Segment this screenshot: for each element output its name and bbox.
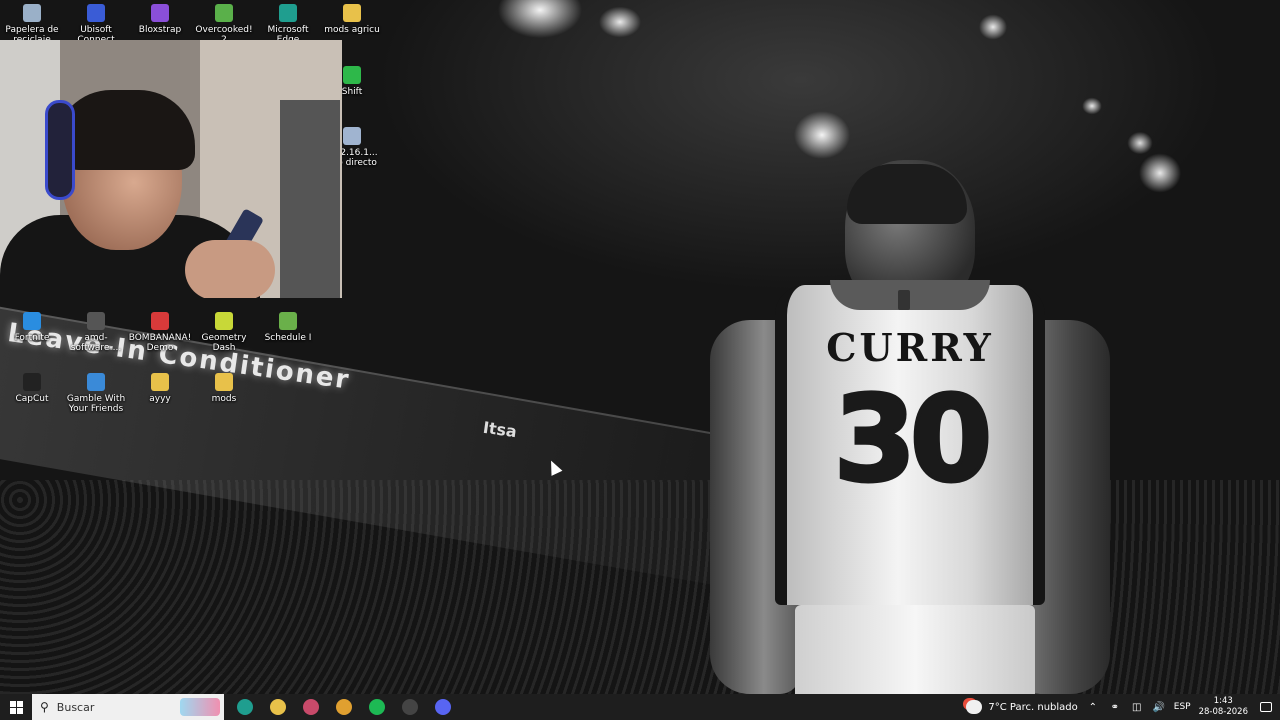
player-shorts — [795, 605, 1035, 694]
jersey-number: 30 — [832, 368, 994, 510]
geometry-dash-icon — [215, 312, 233, 330]
nba-logo-icon — [898, 290, 910, 310]
desktop-icon-item[interactable]: Gamble With Your Friends — [64, 373, 128, 414]
language-indicator[interactable]: ESP — [1174, 702, 1191, 712]
desktop-icon-label: Bloxstrap — [138, 25, 182, 35]
notifications-icon[interactable] — [1260, 702, 1272, 712]
clock-time: 1:43 — [1213, 696, 1233, 706]
display-icon[interactable]: ◫ — [1130, 702, 1144, 713]
desktop-icon-item[interactable]: Microsoft Edge — [256, 4, 320, 45]
edge-icon — [279, 4, 297, 22]
start-button[interactable] — [0, 694, 32, 720]
taskbar-app-spotify[interactable] — [360, 694, 393, 720]
taskbar-app-chrome[interactable] — [327, 694, 360, 720]
windows-logo-icon — [9, 700, 23, 714]
headset-icon — [45, 100, 75, 200]
discord-icon — [434, 699, 451, 715]
desktop-icon-label: BOMBANANA! Demo — [128, 333, 192, 353]
search-highlight-icon — [180, 698, 220, 716]
chevron-up-icon[interactable]: ⌃ — [1086, 702, 1100, 713]
desktop-icon-item[interactable]: Overcooked! 2 — [192, 4, 256, 45]
taskbar-app-file-explorer[interactable] — [261, 694, 294, 720]
taskbar-app-discord[interactable] — [426, 694, 459, 720]
desktop-icon-label: Schedule I — [264, 333, 312, 343]
desktop-icon-item[interactable]: mods — [192, 373, 256, 404]
ubisoft-icon — [87, 4, 105, 22]
recycle-bin-icon — [23, 4, 41, 22]
player-hair — [847, 164, 967, 224]
desktop-icon-label: mods — [211, 394, 237, 404]
schedule-icon — [279, 312, 297, 330]
desktop-icon-label: mods agricu — [324, 25, 380, 35]
capcut-icon — [23, 373, 41, 391]
desktop-icon-item[interactable]: amd-software-... — [64, 312, 128, 353]
desktop-icon-label: CapCut — [15, 394, 49, 404]
edge-icon — [236, 699, 253, 715]
overcooked-icon — [215, 4, 233, 22]
weather-text: 7°C Parc. nublado — [988, 701, 1078, 713]
volume-icon[interactable]: 🔊 — [1152, 702, 1166, 713]
taskbar-app-obs[interactable] — [393, 694, 426, 720]
weather-widget[interactable]: 7°C Parc. nublado — [966, 700, 1078, 714]
desktop-icon-item[interactable]: Bloxstrap — [128, 4, 192, 35]
chrome-icon — [335, 699, 352, 715]
search-placeholder: Buscar — [56, 700, 95, 714]
webcam-overlay — [0, 40, 342, 298]
amd-icon — [87, 312, 105, 330]
folder-icon — [269, 699, 286, 715]
system-tray: 7°C Parc. nublado ⌃ ⚭ ◫ 🔊 ESP 1:43 28-08… — [966, 694, 1280, 720]
taskbar-app-snip[interactable] — [294, 694, 327, 720]
bloxstrap-icon — [151, 4, 169, 22]
clock[interactable]: 1:43 28-08-2026 — [1199, 696, 1248, 718]
desktop-icon-label: Gamble With Your Friends — [66, 394, 126, 414]
desktop-icon-item[interactable]: Ubisoft Connect — [64, 4, 128, 45]
desktop-icon-item[interactable]: mods agricu — [320, 4, 384, 35]
desktop-icon-item[interactable]: CapCut — [0, 373, 64, 404]
shortcut-icon — [343, 127, 361, 145]
webcam-door — [280, 100, 340, 298]
weather-cloud-icon — [966, 700, 983, 714]
webcam-person-hand — [185, 240, 275, 298]
player-jersey-collar — [830, 280, 990, 310]
webcam-person-hair — [55, 90, 195, 170]
taskbar-app-edge[interactable] — [228, 694, 261, 720]
folder-icon — [215, 373, 233, 391]
desktop-icon-item[interactable]: Papelera de reciclaje — [0, 4, 64, 45]
shift-icon — [343, 66, 361, 84]
obs-icon — [401, 699, 418, 715]
taskbar: ⚲ Buscar 7°C Parc. nublado ⌃ ⚭ ◫ 🔊 ESP 1… — [0, 694, 1280, 720]
folder-icon — [151, 373, 169, 391]
wallpaper-player: CURRY 30 — [700, 160, 1110, 694]
desktop-icon-label: Fortnite — [14, 333, 50, 343]
fortnite-icon — [23, 312, 41, 330]
taskbar-search-box[interactable]: ⚲ Buscar — [32, 694, 224, 720]
desktop-icon-item[interactable]: ayyy — [128, 373, 192, 404]
desktop-icon-item[interactable]: BOMBANANA! Demo — [128, 312, 192, 353]
network-icon[interactable]: ⚭ — [1108, 702, 1122, 713]
spotify-icon — [368, 699, 385, 715]
desktop-icon-item[interactable]: Fortnite — [0, 312, 64, 343]
gamble-icon — [87, 373, 105, 391]
bombanana-icon — [151, 312, 169, 330]
desktop-icon-label: Geometry Dash — [201, 333, 247, 353]
desktop-icon-item[interactable]: Geometry Dash — [192, 312, 256, 353]
search-icon: ⚲ — [40, 700, 49, 714]
folder-icon — [343, 4, 361, 22]
desktop-icon-label: ayyy — [149, 394, 171, 404]
clock-date: 28-08-2026 — [1198, 707, 1248, 717]
desktop-icon-label: amd-software-... — [70, 333, 122, 353]
snip-icon — [302, 699, 319, 715]
taskbar-apps — [228, 694, 459, 720]
jersey-name: CURRY — [826, 325, 994, 370]
desktop-icon-item[interactable]: Schedule I — [256, 312, 320, 343]
